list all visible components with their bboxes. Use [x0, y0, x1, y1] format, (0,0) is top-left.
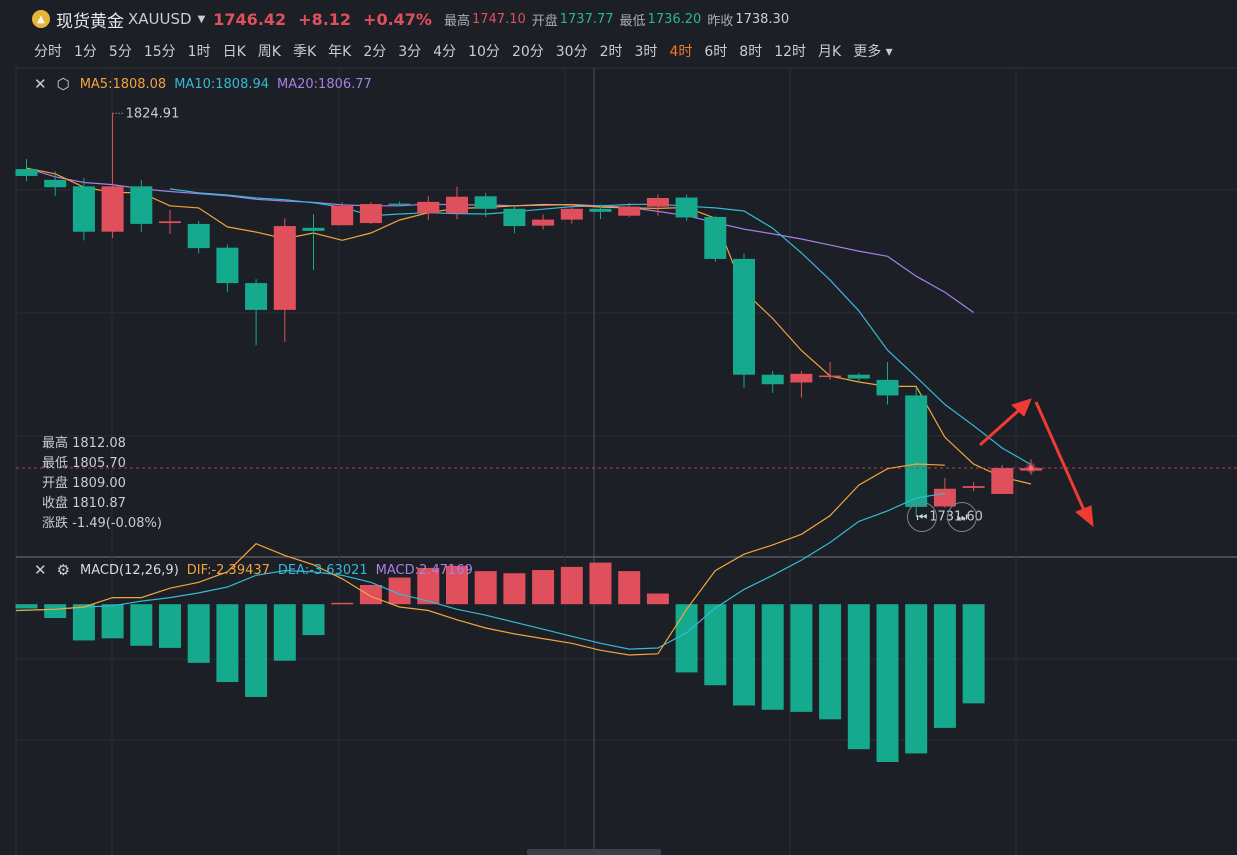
close-icon[interactable]: ✕: [34, 561, 47, 579]
candle-body: [704, 217, 727, 259]
candle-body: [962, 486, 985, 488]
candle-body: [790, 373, 813, 383]
extreme-label-0: 1824.91: [126, 106, 180, 121]
ma20-legend: MA20:1806.77: [277, 76, 372, 92]
macd-bar: [159, 604, 181, 648]
ma5-legend: MA5:1808.08: [79, 76, 167, 92]
dea-legend: DEA:-3.63021: [277, 562, 368, 578]
candle-body: [15, 169, 38, 176]
macd-bar: [962, 604, 985, 704]
macd-bar: [245, 604, 268, 697]
macd-bar: [704, 604, 727, 686]
candle-body: [474, 196, 497, 209]
macd-bar: [560, 566, 583, 605]
macd-bar: [675, 604, 698, 673]
macd-bar: [503, 573, 526, 605]
macd-legend: ✕ ⚙ MACD(12,26,9) DIF:-2.39437 DEA:-3.63…: [34, 561, 473, 579]
skip-back-icon[interactable]: ⏮: [907, 502, 937, 532]
chart-canvas[interactable]: 1824.911731.60: [0, 0, 1237, 855]
candle-body: [388, 203, 411, 206]
macd-bar: [273, 604, 296, 661]
macd-bar: [847, 604, 870, 750]
candle-body: [761, 374, 784, 385]
candle-body: [44, 179, 67, 188]
macd-bar: [474, 571, 497, 605]
candle-body: [245, 283, 268, 310]
candle-body: [302, 227, 325, 231]
macd-bar: [72, 604, 95, 641]
macd-bar: [216, 604, 239, 683]
candle-body: [618, 206, 641, 216]
macd-value-legend: MACD:2.47169: [375, 562, 473, 578]
candle-body: [446, 196, 468, 214]
macd-bar: [15, 604, 38, 609]
candle-body: [101, 186, 124, 232]
candle-body: [876, 379, 899, 396]
ohlc-high: 最高 1812.08: [42, 436, 126, 451]
macd-bar: [790, 604, 813, 712]
dif-legend: DIF:-2.39437: [186, 562, 270, 578]
candle-body: [273, 226, 296, 310]
macd-title: MACD(12,26,9): [80, 562, 179, 578]
macd-bar: [905, 604, 928, 754]
candle-body: [359, 204, 382, 224]
time-scrollbar: [527, 849, 661, 855]
macd-bar: [130, 604, 153, 646]
candle-body: [905, 395, 928, 507]
macd-bar: [733, 604, 755, 706]
candle-body: [675, 197, 698, 218]
macd-bar: [618, 571, 641, 605]
close-icon[interactable]: ✕: [34, 75, 47, 93]
macd-bar: [761, 604, 784, 710]
candle-body: [589, 208, 612, 212]
candle-body: [991, 468, 1014, 494]
ma-legend: ✕ ⬡ MA5:1808.08 MA10:1808.94 MA20:1806.7…: [34, 75, 380, 93]
macd-bar: [819, 604, 842, 720]
macd-bar: [101, 604, 124, 639]
macd-bar: [44, 604, 67, 619]
last-price-dot: [1028, 465, 1034, 471]
candle-body: [532, 219, 555, 226]
macd-bar: [302, 604, 325, 636]
candle-body: [560, 208, 583, 220]
macd-bar: [532, 570, 555, 605]
candle-body: [819, 375, 842, 378]
candle-body: [216, 247, 239, 284]
candle-body: [646, 198, 669, 207]
candle-body: [503, 208, 526, 227]
macd-bar: [187, 604, 210, 663]
candle-body: [187, 223, 210, 249]
ohlc-low: 最低 1805.70: [42, 456, 126, 471]
candle-body: [130, 186, 153, 224]
ma10-legend: MA10:1808.94: [174, 76, 270, 92]
candle-body: [159, 221, 181, 224]
candle-body: [733, 258, 755, 375]
ohlc-info: 最高 1812.08 最低 1805.70 开盘 1809.00 收盘 1810…: [42, 434, 162, 534]
ohlc-close: 收盘 1810.87: [42, 496, 126, 511]
candle-body: [847, 374, 870, 379]
skip-forward-icon[interactable]: ⏭: [947, 502, 977, 532]
ohlc-change: 涨跌 -1.49(-0.08%): [42, 516, 162, 531]
gear-icon[interactable]: ⚙: [57, 561, 70, 579]
macd-bar: [876, 604, 899, 762]
macd-bar: [933, 604, 956, 728]
macd-bar: [359, 585, 382, 605]
ohlc-open: 开盘 1809.00: [42, 476, 126, 491]
candle-body: [72, 186, 95, 232]
candle-body: [331, 205, 354, 226]
macd-bar: [331, 602, 354, 605]
gear-icon[interactable]: ⬡: [57, 75, 70, 93]
macd-bar: [646, 593, 669, 605]
candle-body: [417, 201, 440, 214]
macd-bar: [589, 562, 612, 605]
